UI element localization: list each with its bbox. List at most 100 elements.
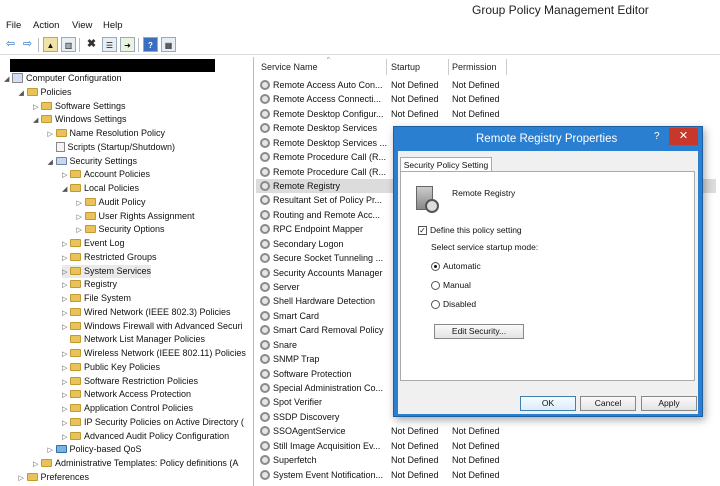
tree-item[interactable]: ▷ Windows Firewall with Advanced Securi [62,320,243,333]
column-separator[interactable] [506,59,507,75]
tree-item[interactable]: Scripts (Startup/Shutdown) [48,141,175,154]
menu-action[interactable]: Action [33,20,59,31]
forward-arrow-icon[interactable]: ⇨ [20,37,35,52]
export-list-icon[interactable]: ➜ [120,37,135,52]
properties-icon[interactable]: ☰ [102,37,117,52]
tree-item[interactable]: ▷ Wireless Network (IEEE 802.11) Policies [62,347,246,360]
expand-arrow-icon[interactable]: ▷ [62,362,70,375]
tree-item[interactable]: Network List Manager Policies [62,333,205,346]
column-separator[interactable] [448,59,449,75]
expand-arrow-icon[interactable]: ▷ [62,403,70,416]
table-row[interactable]: Remote Desktop Configur... Not Defined Not… [256,107,716,121]
expand-arrow-icon[interactable]: ▷ [62,307,70,320]
tree-item[interactable]: ▷ Audit Policy [77,196,146,209]
tree-item-label: Policy-based QoS [69,444,142,455]
help-icon[interactable]: ? [654,131,660,142]
tree-item[interactable]: ▷ Software Settings [33,100,126,113]
expand-arrow-icon[interactable]: ▷ [62,417,70,430]
table-row[interactable]: Still Image Acquisition Ev... Not Defined… [256,439,716,453]
expand-arrow-icon[interactable]: ▷ [62,252,70,265]
table-row[interactable]: Remote Access Auto Con... Not Defined Not … [256,78,716,92]
show-hide-tree-icon[interactable]: ▥ [61,37,76,52]
menu-file[interactable]: File [6,20,21,31]
expand-arrow-icon[interactable]: ▷ [62,431,70,444]
tree-item[interactable]: ▷ File System [62,292,131,305]
table-row[interactable]: Superfetch Not Defined Not Defined [256,453,716,467]
tree-item[interactable]: ▷ Software Restriction Policies [62,375,198,388]
close-icon[interactable]: ✕ [669,128,698,145]
expand-arrow-icon[interactable]: ▷ [62,279,70,292]
tree-item[interactable]: ▷ IP Security Policies on Active Director… [62,416,244,429]
dialog-titlebar[interactable]: Remote Registry Properties ? ✕ [394,127,702,151]
expand-arrow-icon[interactable]: ▷ [62,376,70,389]
view-icon[interactable]: ▦ [161,37,176,52]
tree-item[interactable]: ◢ Security Settings [48,155,138,168]
expand-arrow-icon[interactable]: ▷ [33,458,41,471]
menu-view[interactable]: View [72,20,92,31]
cancel-button[interactable]: Cancel [580,396,636,411]
expand-arrow-icon[interactable]: ▷ [77,197,85,210]
collapse-arrow-icon[interactable]: ◢ [62,183,70,196]
define-policy-checkbox[interactable]: ✓ Define this policy setting [418,225,522,235]
expand-arrow-icon[interactable]: ▷ [48,128,56,141]
tree-item[interactable]: ▷ Application Control Policies [62,402,193,415]
expand-arrow-icon[interactable]: ▷ [48,444,56,457]
tree-item[interactable]: ▷ Event Log [62,237,125,250]
tree-item[interactable]: ◢ Computer Configuration [4,72,122,85]
collapse-arrow-icon[interactable]: ◢ [33,114,41,127]
expand-arrow-icon[interactable]: ▷ [77,224,85,237]
tree-item[interactable]: ▷ User Rights Assignment [77,210,195,223]
collapse-arrow-icon[interactable]: ◢ [4,73,12,86]
table-row[interactable]: SSOAgentService Not Defined Not Defined [256,424,716,438]
tree-item[interactable]: ▷ Public Key Policies [62,361,160,374]
table-row[interactable]: System Event Notification... Not Defined N… [256,468,716,482]
tree-item[interactable]: ▷ Advanced Audit Policy Configuration [62,430,229,443]
expand-arrow-icon[interactable]: ▷ [77,211,85,224]
expand-arrow-icon[interactable]: ▷ [62,293,70,306]
tree-item[interactable]: ◢ Policies [19,86,72,99]
tree-item[interactable]: ◢ Windows Settings [33,113,127,126]
column-header-startup[interactable]: Startup [391,62,420,75]
column-header-permission[interactable]: Permission [452,62,497,75]
radio-automatic-label: Automatic [443,261,481,271]
gear-icon [260,310,270,321]
table-row[interactable]: Remote Access Connecti... Not Defined Not … [256,92,716,106]
column-header-service-name[interactable]: Service Name [261,62,318,75]
tree-item[interactable]: ◢ Local Policies [62,182,139,195]
radio-disabled[interactable]: Disabled [431,299,476,309]
radio-automatic[interactable]: Automatic [431,261,481,271]
expand-arrow-icon[interactable]: ▷ [62,348,70,361]
tree-item[interactable]: ▷ Preferences [19,471,90,484]
tab-security-policy-setting[interactable]: Security Policy Setting [400,157,492,172]
help-icon[interactable]: ? [143,37,158,52]
radio-manual[interactable]: Manual [431,280,471,290]
expand-arrow-icon[interactable]: ▷ [62,389,70,402]
collapse-arrow-icon[interactable]: ◢ [19,87,27,100]
back-arrow-icon[interactable]: ⇦ [3,37,18,52]
collapse-arrow-icon[interactable]: ◢ [48,156,56,169]
apply-button[interactable]: Apply [641,396,697,411]
expand-arrow-icon[interactable]: ▷ [62,169,70,182]
expand-arrow-icon[interactable]: ▷ [19,472,27,485]
tree-item[interactable]: ▷ Name Resolution Policy [48,127,166,140]
up-folder-icon[interactable]: ▲ [43,37,58,52]
expand-arrow-icon[interactable]: ▷ [33,101,41,114]
tree-item[interactable]: ▷ Network Access Protection [62,388,191,401]
tree-item[interactable]: ▷ Security Options [77,223,165,236]
menu-help[interactable]: Help [103,20,123,31]
tree-item[interactable]: ▷ System Services [62,264,152,279]
tree-item[interactable]: ▷ Account Policies [62,168,150,181]
expand-arrow-icon[interactable]: ▷ [62,266,70,279]
tree-item[interactable]: ▷ Registry [62,278,117,291]
tree-item[interactable]: ▷ Policy-based QoS [48,443,142,456]
column-separator[interactable] [386,59,387,75]
expand-arrow-icon[interactable]: ▷ [62,321,70,334]
edit-security-button[interactable]: Edit Security... [434,324,524,339]
service-name-text: Remote Desktop Configur... [273,108,384,119]
ok-button[interactable]: OK [520,396,576,411]
expand-arrow-icon[interactable]: ▷ [62,238,70,251]
tree-item[interactable]: ▷ Wired Network (IEEE 802.3) Policies [62,306,231,319]
tree-item[interactable]: ▷ Administrative Templates: Policy defini… [33,457,238,470]
tree-item[interactable]: ▷ Restricted Groups [62,251,157,264]
delete-icon[interactable]: ✖ [84,37,99,52]
